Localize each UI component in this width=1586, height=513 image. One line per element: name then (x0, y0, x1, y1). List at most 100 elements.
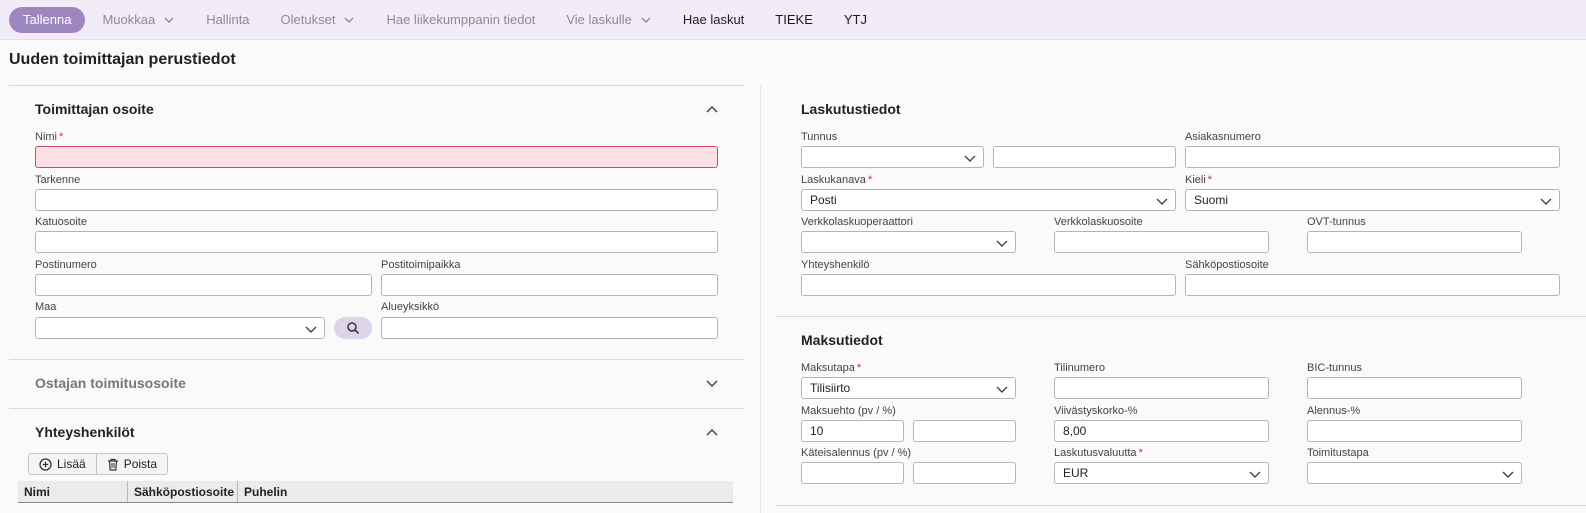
city-label: Postitoimipaikka (381, 259, 461, 271)
cash-discount-days-input[interactable] (801, 462, 904, 484)
einvoice-address-input[interactable] (1054, 231, 1269, 253)
contact-person-input[interactable] (801, 274, 1176, 296)
street-label: Katuosoite (35, 216, 87, 228)
language-select[interactable]: Suomi (1185, 189, 1560, 211)
chevron-down-icon (344, 17, 354, 23)
country-select[interactable] (35, 317, 325, 339)
contacts-button-group: Lisää Poista (28, 453, 169, 475)
ytj-button[interactable]: YTJ (844, 12, 867, 27)
extra-input[interactable] (35, 189, 718, 211)
interest-label: Viivästyskorko-% (1054, 405, 1138, 417)
page-title: Uuden toimittajan perustiedot (9, 51, 236, 68)
column-header-phone[interactable]: Puhelin (238, 481, 733, 502)
column-header-name[interactable]: Nimi (18, 481, 128, 502)
operator-label: Verkkolaskuoperaattori (801, 216, 913, 228)
chevron-up-icon[interactable] (704, 424, 720, 440)
discount-input[interactable] (1307, 420, 1522, 442)
contacts-section-title: Yhteyshenkilöt (35, 424, 135, 440)
chevron-down-icon[interactable] (704, 375, 720, 391)
chevron-down-icon (996, 240, 1008, 247)
contacts-table-header: Nimi Sähköpostiosoite Puhelin (18, 481, 733, 503)
customer-number-input[interactable] (1185, 146, 1560, 168)
postcode-input[interactable] (35, 274, 372, 296)
trash-icon (107, 458, 118, 471)
city-input[interactable] (381, 274, 718, 296)
name-input[interactable] (35, 146, 718, 168)
divider (9, 359, 744, 360)
defaults-menu[interactable]: Oletukset (281, 12, 356, 27)
billing-section-title: Laskutustiedot (801, 101, 901, 117)
cash-discount-label: Käteisalennus (pv / %) (801, 447, 912, 459)
chevron-down-icon (1540, 198, 1552, 205)
einvoice-address-label: Verkkolaskuosoite (1054, 216, 1143, 228)
bic-input[interactable] (1307, 377, 1522, 399)
region-input[interactable] (381, 317, 718, 339)
delete-contact-button[interactable]: Poista (95, 454, 167, 474)
interest-input[interactable]: 8,00 (1054, 420, 1269, 442)
language-label: Kieli * (1185, 174, 1213, 186)
chevron-down-icon (1502, 471, 1514, 478)
admin-button[interactable]: Hallinta (206, 12, 249, 27)
id-input[interactable] (993, 146, 1176, 168)
account-input[interactable] (1054, 377, 1269, 399)
payment-section-title: Maksutiedot (801, 332, 883, 348)
chevron-down-icon (996, 386, 1008, 393)
email-input[interactable] (1185, 274, 1560, 296)
ovt-label: OVT-tunnus (1307, 216, 1366, 228)
contact-person-label: Yhteyshenkilö (801, 259, 870, 271)
plus-circle-icon (39, 457, 52, 471)
chevron-down-icon (964, 155, 976, 162)
address-section-title: Toimittajan osoite (35, 101, 154, 117)
divider (776, 505, 1586, 506)
country-search-button[interactable] (334, 317, 372, 339)
street-input[interactable] (35, 231, 718, 253)
delete-contact-label: Poista (123, 457, 158, 471)
divider (9, 408, 744, 409)
extra-label: Tarkenne (35, 174, 81, 186)
channel-select[interactable]: Posti (801, 189, 1176, 211)
terms-days-input[interactable]: 10 (801, 420, 904, 442)
ovt-input[interactable] (1307, 231, 1522, 253)
operator-select[interactable] (801, 231, 1016, 253)
terms-label: Maksuehto (pv / %) (801, 405, 896, 417)
fetch-invoices-button[interactable]: Hae laskut (683, 12, 744, 27)
column-header-email[interactable]: Sähköpostiosoite (128, 481, 238, 502)
delivery-method-label: Toimitustapa (1307, 447, 1369, 459)
channel-label: Laskukanava * (801, 174, 873, 186)
chevron-down-icon (1156, 198, 1168, 205)
toolbar: Tallenna Muokkaa Hallinta Oletukset Hae … (0, 0, 1586, 40)
id-type-select[interactable] (801, 146, 984, 168)
email-label: Sähköpostiosoite (1185, 259, 1269, 271)
add-contact-label: Lisää (57, 457, 86, 471)
language-value: Suomi (1194, 193, 1229, 207)
postcode-label: Postinumero (35, 259, 97, 271)
chevron-down-icon (305, 326, 317, 333)
search-icon (347, 322, 360, 335)
cash-discount-percent-input[interactable] (913, 462, 1016, 484)
bic-label: BIC-tunnus (1307, 362, 1363, 374)
divider (776, 316, 1586, 317)
save-button[interactable]: Tallenna (9, 6, 86, 33)
chevron-down-icon (1249, 471, 1261, 478)
chevron-up-icon[interactable] (704, 101, 720, 117)
export-menu[interactable]: Vie laskulle (566, 12, 652, 27)
discount-label: Alennus-% (1307, 405, 1361, 417)
payment-method-select[interactable]: Tilisiirto (801, 377, 1016, 399)
channel-value: Posti (810, 193, 837, 207)
export-menu-label: Vie laskulle (566, 12, 632, 27)
currency-select[interactable]: EUR (1054, 462, 1269, 484)
name-label: Nimi * (35, 131, 64, 143)
add-contact-button[interactable]: Lisää (29, 454, 96, 474)
tieke-button[interactable]: TIEKE (775, 12, 813, 27)
country-label: Maa (35, 301, 57, 313)
currency-value: EUR (1063, 466, 1089, 480)
payment-method-value: Tilisiirto (810, 381, 851, 395)
delivery-method-select[interactable] (1307, 462, 1522, 484)
divider (9, 85, 744, 86)
id-label: Tunnus (801, 131, 838, 143)
edit-menu[interactable]: Muokkaa (102, 12, 175, 27)
region-label: Alueyksikkö (381, 301, 440, 313)
fetch-partner-button[interactable]: Hae liikekumppanin tiedot (386, 12, 535, 27)
edit-menu-label: Muokkaa (102, 12, 156, 27)
terms-percent-input[interactable] (913, 420, 1016, 442)
